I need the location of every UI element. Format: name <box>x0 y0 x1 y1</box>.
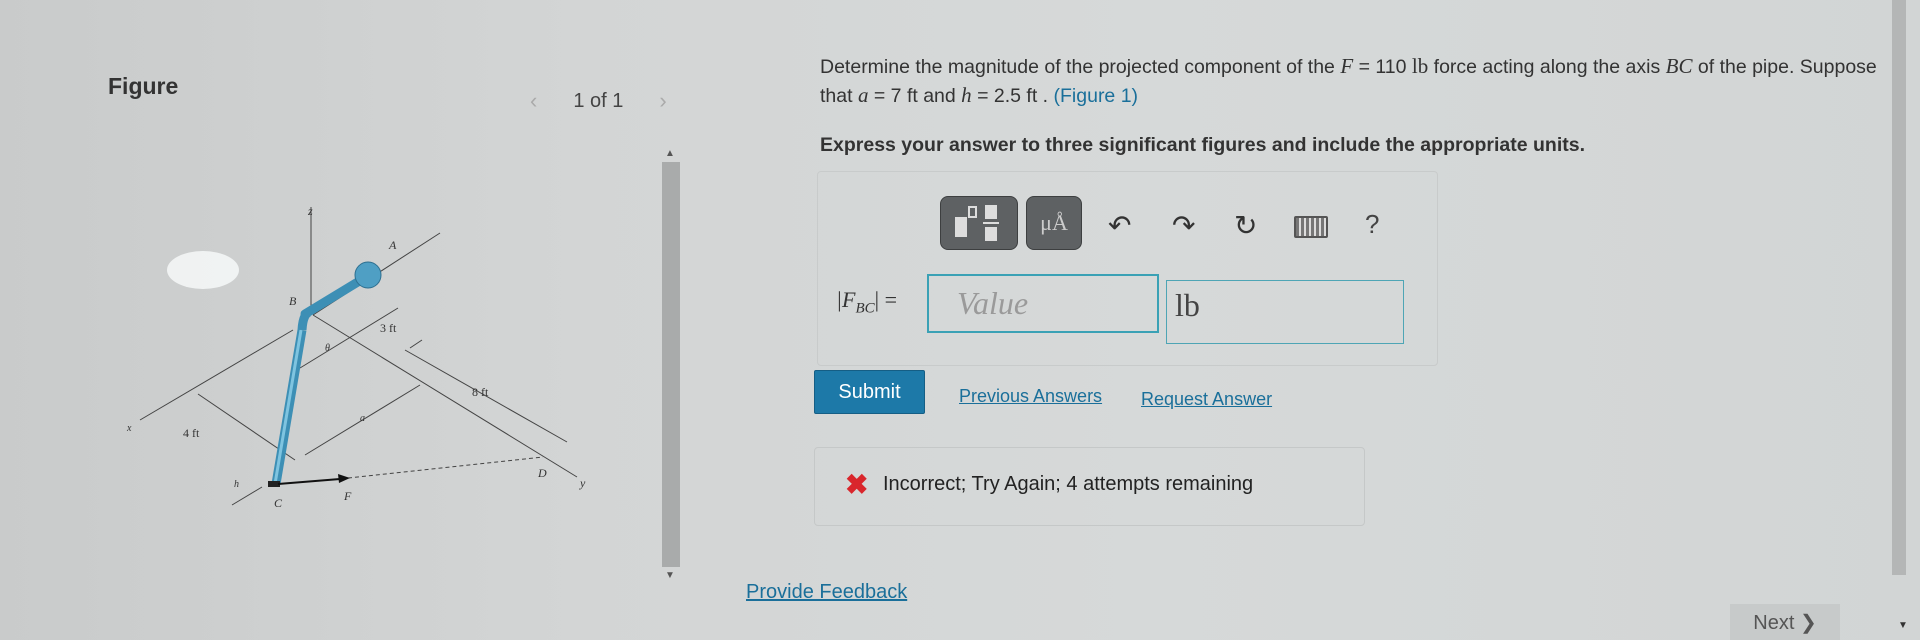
reset-icon[interactable]: ↻ <box>1234 209 1257 242</box>
scroll-down-icon[interactable]: ▼ <box>665 570 675 581</box>
label-a: a <box>360 413 365 424</box>
redo-icon[interactable]: ↷ <box>1172 209 1195 242</box>
label-3ft: 3 ft <box>380 321 397 335</box>
submit-button[interactable]: Submit <box>814 370 925 414</box>
next-button[interactable]: Next ❯ <box>1730 604 1840 640</box>
label-4ft: 4 ft <box>183 426 200 440</box>
scrollbar-thumb[interactable] <box>662 162 680 567</box>
label-B: B <box>289 294 297 308</box>
label-C: C <box>274 496 283 510</box>
pipe <box>268 261 382 487</box>
help-button[interactable]: ? <box>1365 209 1379 240</box>
provide-feedback-link[interactable]: Provide Feedback <box>746 581 907 604</box>
label-D: D <box>537 466 547 480</box>
label-A: A <box>388 238 397 252</box>
units-input[interactable]: lb <box>1166 280 1404 344</box>
figure-pager: ‹ 1 of 1 › <box>530 88 667 114</box>
glare <box>167 251 239 289</box>
y-axis <box>312 314 578 478</box>
templates-button[interactable] <box>940 196 1018 250</box>
fraction-template-icon <box>955 205 999 241</box>
units-button[interactable]: μÅ <box>1026 196 1082 250</box>
answer-label: |FBC| = <box>836 287 897 317</box>
figure-link[interactable]: (Figure 1) <box>1054 85 1139 107</box>
dim-a-upper <box>299 307 399 369</box>
label-h: h <box>234 479 239 490</box>
pager-label: 1 of 1 <box>573 89 624 112</box>
feedback-message: Incorrect; Try Again; 4 attempts remaini… <box>883 473 1254 495</box>
scroll-up-icon[interactable]: ▲ <box>665 148 675 159</box>
force-line-dashed <box>347 456 544 479</box>
page-scrollbar[interactable] <box>1892 0 1906 575</box>
request-answer-link[interactable]: Request Answer <box>1141 389 1272 410</box>
undo-icon[interactable]: ↶ <box>1108 209 1131 242</box>
force-arrow <box>277 474 350 485</box>
x-icon: ✖ <box>845 469 869 500</box>
flange <box>354 261 382 289</box>
instruction-text: Express your answer to three significant… <box>820 134 1585 156</box>
label-z: z <box>307 204 313 218</box>
keyboard-icon[interactable] <box>1294 216 1328 238</box>
label-y: y <box>579 476 586 490</box>
pipe-figure: z A B 3 ft θ 8 ft a x 4 ft h C F D y <box>126 204 586 510</box>
chevron-right-icon[interactable]: › <box>659 88 666 114</box>
dim-3ft <box>409 339 423 349</box>
label-8ft: 8 ft <box>472 385 489 399</box>
figure-title: Figure <box>108 73 179 99</box>
figure-scrollbar[interactable]: ▲ ▼ <box>660 148 680 581</box>
label-theta: θ <box>325 343 330 354</box>
question-text: Determine the magnitude of the projected… <box>820 54 1877 107</box>
feedback-box: ✖ Incorrect; Try Again; 4 attempts remai… <box>814 447 1365 526</box>
label-x: x <box>126 423 132 434</box>
chevron-left-icon[interactable]: ‹ <box>530 88 537 114</box>
scroll-down-icon[interactable]: ▼ <box>1898 620 1908 631</box>
label-F: F <box>343 489 352 503</box>
previous-answers-link[interactable]: Previous Answers <box>959 386 1102 407</box>
value-input[interactable] <box>927 274 1159 333</box>
